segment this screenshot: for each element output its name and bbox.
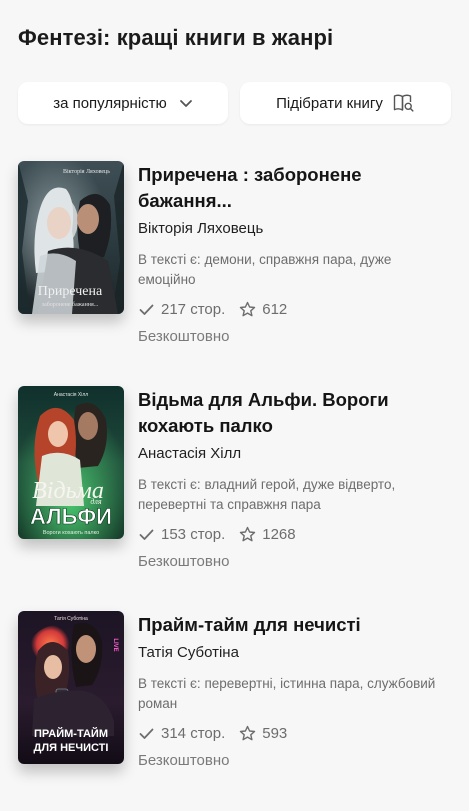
rating: 593 (239, 725, 287, 742)
book-stats: 217 стор. 612 (138, 301, 451, 318)
rating-value: 1268 (262, 526, 296, 543)
book-tags: В тексті є: владний герой, дуже відверто… (138, 475, 451, 515)
rating-value: 593 (262, 725, 288, 742)
star-icon (239, 526, 256, 543)
book-card[interactable]: Вікторія Ляховець Приречена заборонене б… (18, 161, 451, 361)
cover-title: Приречена (38, 284, 103, 299)
book-info: Відьма для Альфи. Вороги кохають палко А… (138, 386, 451, 570)
book-cover[interactable]: Анастасія Хілл Відьма для АЛЬФИ Вороги к… (18, 386, 124, 539)
book-search-icon (393, 93, 415, 113)
chevron-down-icon (179, 96, 193, 110)
pages-count: 314 стор. (138, 725, 225, 742)
sort-dropdown[interactable]: за популярністю (18, 82, 228, 124)
tags-prefix: В тексті є: (138, 477, 201, 492)
page-title: Фентезі: кращі книги в жанрі (18, 25, 334, 50)
book-tags: В тексті є: демони, справжня пара, дуже … (138, 250, 451, 290)
rating: 612 (239, 301, 287, 318)
controls-bar: за популярністю Підібрати книгу (18, 82, 451, 124)
rating-value: 612 (262, 301, 288, 318)
book-title[interactable]: Прайм-тайм для нечисті (138, 612, 451, 638)
cover-sign: LIVE (112, 638, 118, 651)
book-title[interactable]: Відьма для Альфи. Вороги кохають палко (138, 387, 451, 439)
book-stats: 153 стор. 1268 (138, 526, 451, 543)
tags-prefix: В тексті є: (138, 252, 201, 267)
cover-author: Анастасія Хілл (54, 392, 88, 398)
sort-label: за популярністю (53, 94, 167, 112)
cover-author: Татія Суботіна (54, 616, 88, 622)
star-icon (239, 725, 256, 742)
cover-title-bottom: ДЛЯ НЕЧИСТІ (34, 742, 109, 754)
cover-title-bottom: АЛЬФИ (30, 504, 112, 529)
cover-author: Вікторія Ляховець (63, 169, 110, 175)
book-tags: В тексті є: перевертні, істинна пара, сл… (138, 674, 451, 714)
book-author[interactable]: Татія Суботіна (138, 644, 451, 662)
pages-text: 314 стор. (161, 725, 226, 742)
cover-subtitle: заборонене бажання... (42, 301, 99, 308)
book-stats: 314 стор. 593 (138, 725, 451, 742)
book-title[interactable]: Приречена : заборонене бажання... (138, 162, 451, 214)
cover-subtitle: Вороги кохають палко (43, 530, 99, 536)
book-author[interactable]: Анастасія Хілл (138, 445, 451, 463)
pick-book-button[interactable]: Підібрати книгу (240, 82, 451, 124)
tags-prefix: В тексті є: (138, 676, 201, 691)
pick-book-label: Підібрати книгу (276, 94, 383, 112)
check-icon (138, 725, 155, 742)
book-card[interactable]: Татія Суботіна LIVE ПРАЙМ-ТАЙМ ДЛЯ НЕЧИС… (18, 611, 451, 811)
check-icon (138, 526, 155, 543)
pages-count: 217 стор. (138, 301, 225, 318)
pages-count: 153 стор. (138, 526, 225, 543)
book-card[interactable]: Анастасія Хілл Відьма для АЛЬФИ Вороги к… (18, 386, 451, 586)
pages-text: 153 стор. (161, 526, 226, 543)
book-info: Прайм-тайм для нечисті Татія Суботіна В … (138, 611, 451, 769)
book-cover[interactable]: Вікторія Ляховець Приречена заборонене б… (18, 161, 124, 314)
cover-title-top: ПРАЙМ-ТАЙМ (34, 727, 108, 740)
book-price: Безкоштовно (138, 553, 230, 570)
book-cover[interactable]: Татія Суботіна LIVE ПРАЙМ-ТАЙМ ДЛЯ НЕЧИС… (18, 611, 124, 764)
book-price: Безкоштовно (138, 752, 230, 769)
star-icon (239, 301, 256, 318)
rating: 1268 (239, 526, 296, 543)
book-author[interactable]: Вікторія Ляховець (138, 220, 451, 238)
book-info: Приречена : заборонене бажання... Віктор… (138, 161, 451, 345)
book-price: Безкоштовно (138, 328, 230, 345)
check-icon (138, 301, 155, 318)
pages-text: 217 стор. (161, 301, 226, 318)
